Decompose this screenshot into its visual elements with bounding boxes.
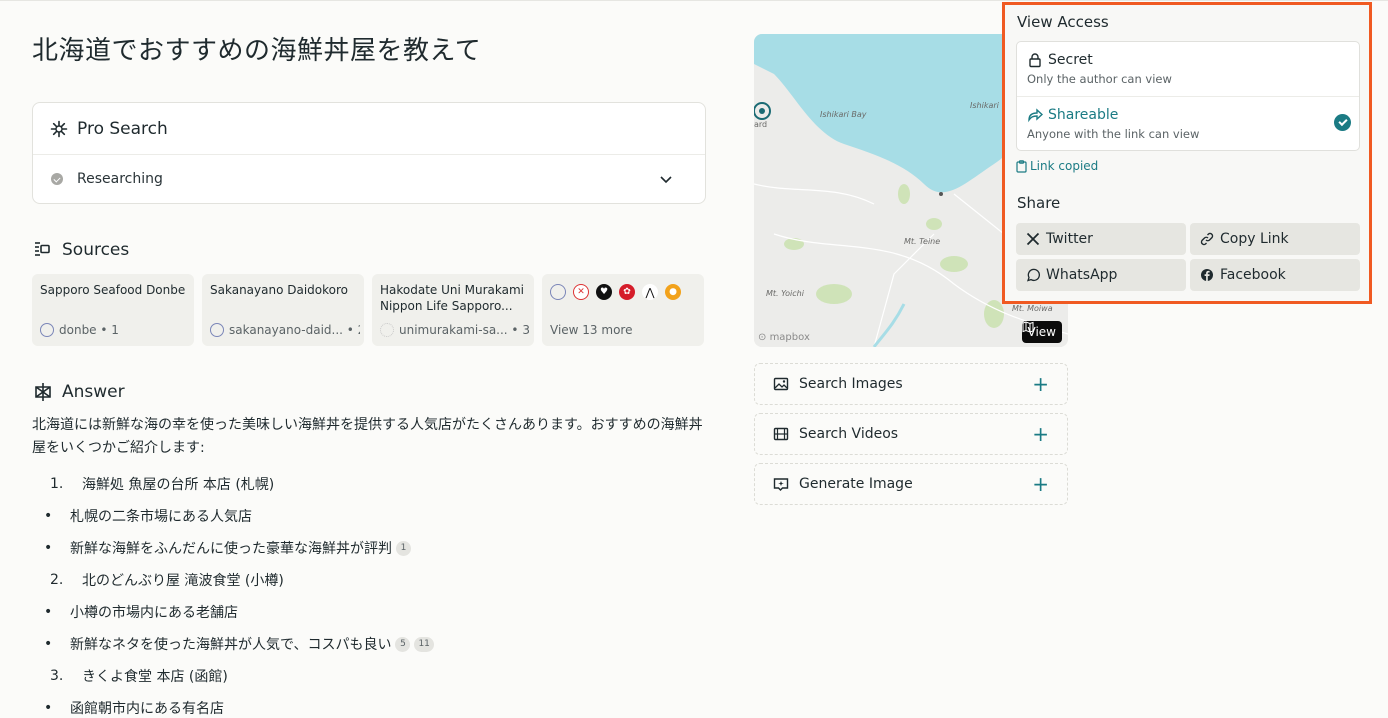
map-label: Ishikari [970, 101, 999, 110]
source-meta: sakanayano-daid... • 2 [229, 323, 360, 337]
map-label: Mt. Yoichi [766, 289, 804, 298]
image-sparkle-icon [773, 476, 789, 492]
share-buttons: Twitter Copy Link WhatsApp Facebook [1016, 223, 1360, 291]
plus-icon: + [1032, 372, 1049, 396]
secret-label: Secret [1048, 52, 1093, 68]
source-card[interactable]: Sakanayano Daidokoro sakanayano-daid... … [202, 274, 364, 346]
site-favicon-icon [380, 323, 394, 337]
list-item: • 新鮮な海鮮をふんだんに使った豪華な海鮮丼が評判 1 [32, 532, 706, 564]
pro-search-icon [49, 119, 69, 139]
map-icon [1022, 321, 1034, 333]
source-title: Sapporo Seafood Donbe [40, 283, 186, 297]
view-more-sources[interactable]: ✕ ♥ ✿ ⋀ ● View 13 more [542, 274, 704, 346]
sources-heading-label: Sources [62, 240, 130, 260]
mountain-favicon-icon: ⋀ [642, 284, 658, 300]
sources-heading: Sources [32, 238, 706, 262]
mapbox-logo: ⊙ mapbox [758, 332, 810, 343]
map-label: Mt. Teine [904, 237, 941, 246]
answer-heading-label: Answer [62, 382, 125, 402]
map-label: ard [754, 120, 768, 129]
globe-icon [210, 323, 224, 337]
map-label: Mt. Moiwa [1012, 304, 1053, 313]
answer-intro: 北海道には新鮮な海の幸を使った美味しい海鮮丼を提供する人気店がたくさんあります。… [32, 417, 703, 456]
view-more-label: View 13 more [550, 323, 633, 337]
pro-search-header: Pro Search [33, 103, 705, 155]
citation-badge[interactable]: 5 [395, 636, 411, 652]
lock-icon [1027, 52, 1043, 68]
list-item: • 小樽の市場内にある老舗店 [44, 604, 238, 621]
page-title: 北海道でおすすめの海鮮丼屋を教えて [32, 36, 482, 66]
share-twitter-button[interactable]: Twitter [1016, 223, 1186, 255]
share-arrow-icon [1027, 107, 1044, 123]
source-card[interactable]: Hakodate Uni Murakami Nippon Life Sappor… [372, 274, 534, 346]
list-item: • 函館朝市内にある有名店 [44, 700, 224, 717]
list-item: • 札幌の二条市場にある人気店 [44, 508, 252, 525]
share-heading: Share [1017, 194, 1061, 212]
orange-favicon-icon: ● [665, 284, 681, 300]
researching-step[interactable]: Researching [33, 155, 689, 203]
researching-label: Researching [77, 171, 163, 187]
search-images-button[interactable]: Search Images + [754, 363, 1068, 405]
link-icon [1200, 232, 1214, 246]
view-access-heading: View Access [1017, 13, 1109, 31]
access-option-secret[interactable]: Secret Only the author can view [1017, 42, 1359, 96]
top-divider [0, 0, 1388, 1]
copy-link-button[interactable]: Copy Link [1190, 223, 1360, 255]
plus-icon: + [1032, 422, 1049, 446]
site-favicon-icon: ✕ [573, 284, 589, 300]
source-title: Hakodate Uni Murakami Nippon Life Sappor… [380, 283, 525, 313]
share-facebook-button[interactable]: Facebook [1190, 259, 1360, 291]
source-card[interactable]: Sapporo Seafood Donbe donbe • 1 [32, 274, 194, 346]
shareable-label: Shareable [1048, 107, 1119, 123]
source-meta: donbe • 1 [59, 323, 119, 337]
map-label: Ishikari Bay [820, 110, 867, 119]
favicon-row: ✕ ♥ ✿ ⋀ ● [550, 284, 696, 300]
search-videos-button[interactable]: Search Videos + [754, 413, 1068, 455]
whatsapp-icon [1026, 268, 1040, 282]
answer-list: 1. 海鮮処 魚屋の台所 本店 (札幌) • 札幌の二条市場にある人気店 • 新鮮な海… [32, 468, 706, 718]
list-item: • 新鮮なネタを使った海鮮丼が人気で、コスパも良い 5 11 [32, 628, 706, 660]
share-popover: View Access Secret Only the author can v… [1002, 2, 1372, 304]
access-options: Secret Only the author can view Shareabl… [1016, 41, 1360, 151]
access-option-shareable[interactable]: Shareable Anyone with the link can view [1017, 96, 1359, 150]
seal-favicon-icon: ✿ [619, 284, 635, 300]
search-videos-label: Search Videos [799, 426, 899, 442]
search-images-label: Search Images [799, 376, 903, 392]
list-item: 1. 海鮮処 魚屋の台所 本店 (札幌) [50, 476, 275, 493]
sources-icon [32, 239, 54, 261]
citation-badge[interactable]: 1 [396, 540, 411, 556]
answer-heading: Answer [32, 380, 706, 404]
film-icon [773, 426, 789, 442]
facebook-icon [1200, 268, 1214, 282]
plus-icon: + [1032, 472, 1049, 496]
citation-badge[interactable]: 11 [414, 636, 434, 652]
sources-list: Sapporo Seafood Donbe donbe • 1 Sakanaya… [32, 274, 706, 346]
clipboard-icon [1016, 159, 1027, 173]
pro-search-label: Pro Search [77, 118, 168, 139]
list-item: 3. きくよ食堂 本店 (函館) [50, 668, 228, 685]
list-item: 2. 北のどんぶり屋 滝波食堂 (小樽) [50, 572, 284, 589]
generate-image-label: Generate Image [799, 476, 913, 492]
check-circle-icon [51, 173, 63, 185]
secret-description: Only the author can view [1027, 72, 1172, 86]
check-circle-icon [1334, 114, 1351, 131]
image-icon [773, 376, 789, 392]
source-title: Sakanayano Daidokoro [210, 283, 348, 297]
link-copied-status: Link copied [1016, 159, 1098, 173]
heart-favicon-icon: ♥ [596, 284, 612, 300]
view-map-button[interactable]: View [1021, 321, 1062, 343]
pro-search-card: Pro Search Researching [32, 102, 706, 204]
globe-icon [550, 284, 566, 300]
globe-icon [40, 323, 54, 337]
shareable-description: Anyone with the link can view [1027, 127, 1200, 141]
x-icon [1026, 232, 1040, 246]
source-meta: unimurakami-sa... • 3 [399, 323, 530, 337]
main-content: 北海道でおすすめの海鮮丼屋を教えて Pro Search Researching… [32, 30, 706, 718]
share-whatsapp-button[interactable]: WhatsApp [1016, 259, 1186, 291]
chevron-down-icon[interactable] [657, 170, 675, 188]
generate-image-button[interactable]: Generate Image + [754, 463, 1068, 505]
answer-icon [32, 381, 54, 403]
